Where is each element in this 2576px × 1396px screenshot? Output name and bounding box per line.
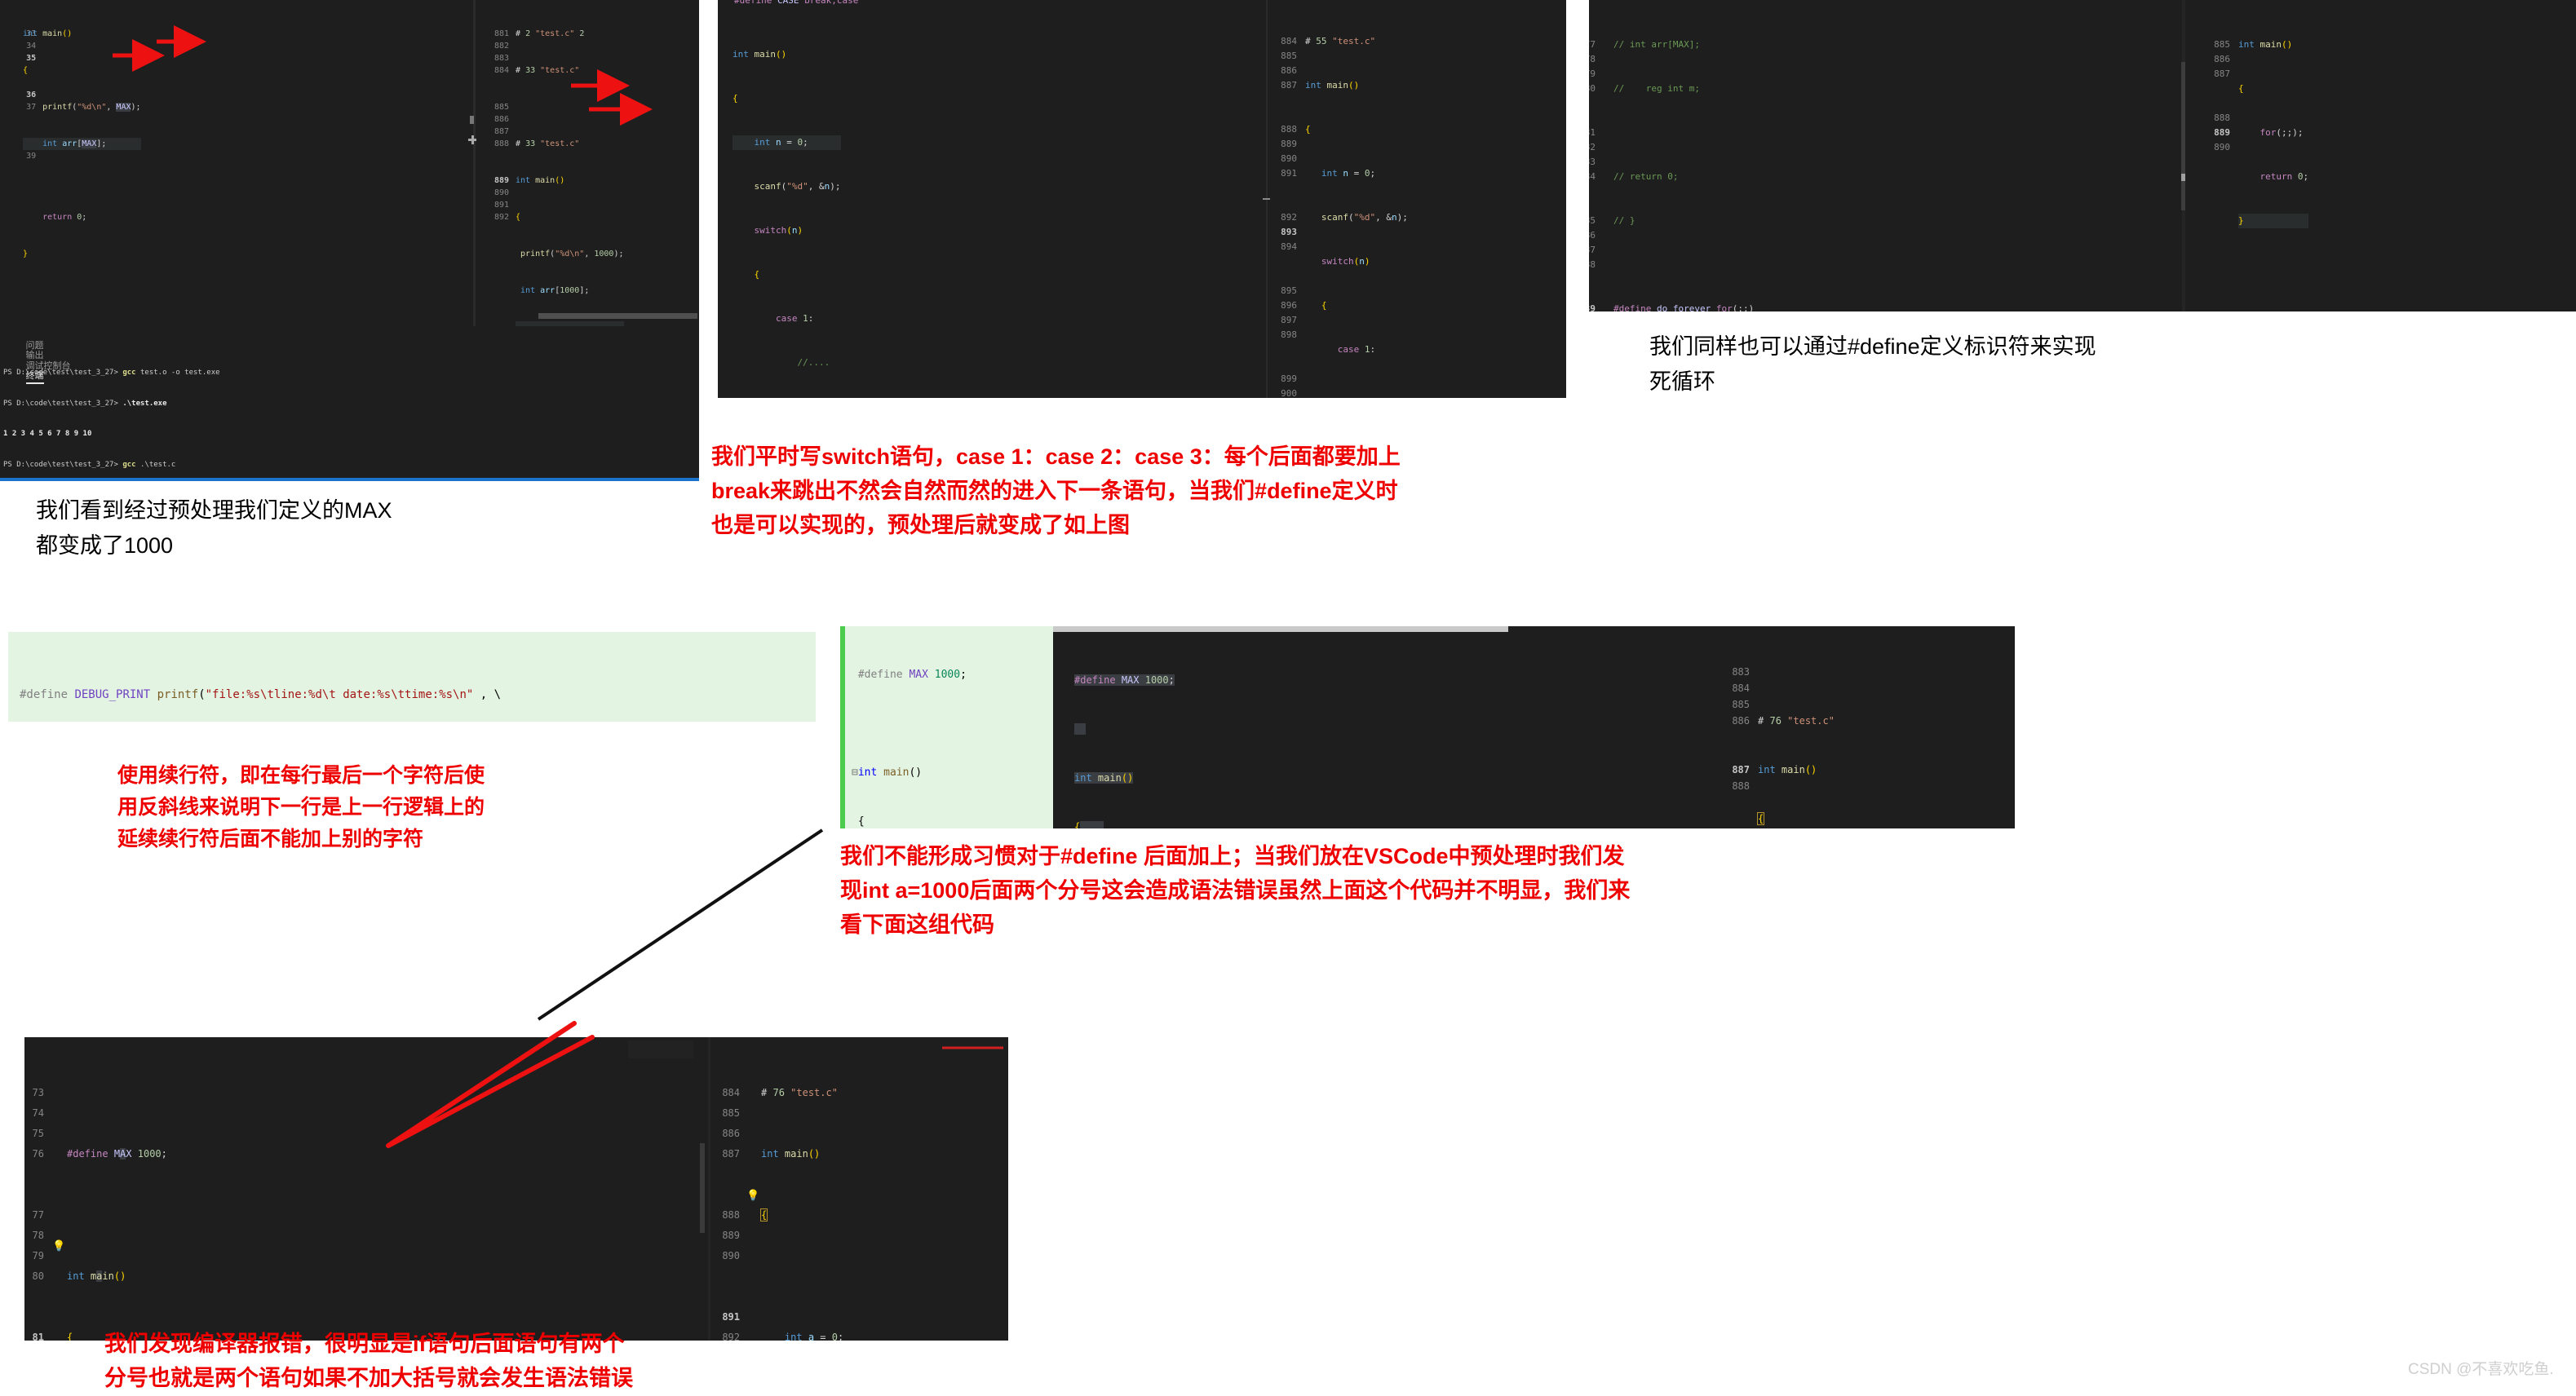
annotation-do-forever: 我们同样也可以通过#define定义标识符来实现 死循环 <box>1649 334 2096 395</box>
code-editor-forever-preprocessed[interactable]: 885 886 887 888 889 890 int main() { for(;;)… <box>2209 8 2309 228</box>
code-editor-max-semicolon-dark[interactable]: #define MAX 1000; int main() { → int a =… <box>1053 626 1722 828</box>
watermark: CSDN @不喜欢吃鱼. <box>2408 1361 2554 1378</box>
change-bar-indicator <box>840 626 845 828</box>
code-editor-if-else-preprocessed[interactable]: 884885886887 888889890 891892893 8948958… <box>714 1042 843 1341</box>
pointer-line <box>537 828 824 1021</box>
define-case-header: #define CASE break;case <box>734 0 859 6</box>
editor-split-divider[interactable] <box>708 1037 710 1341</box>
annotation-semicolon-warning: 我们不能形成习惯对于#define 后面加上；当我们放在VSCode中预处理时我… <box>840 844 1631 937</box>
terminal-bottom-border <box>0 478 699 481</box>
lightbulb-quickfix-icon[interactable]: 💡 <box>52 1236 65 1257</box>
code-editor-forever-source[interactable]: 77787980 81828384 85868788 89 // int arr… <box>1589 8 1754 311</box>
add-marker-icon-v <box>471 135 474 144</box>
code-editor-max-semicolon-preprocessed[interactable]: 883884885886 887888 889890891 # 76 "test… <box>1722 626 2015 828</box>
horizontal-scrollbar[interactable] <box>538 313 697 319</box>
annotation-line-continuation: 使用续行符，即在每行最后一个字符后使 用反斜线来说明下一行是上一行逻辑上的 延续… <box>117 764 485 850</box>
code-panel-switch[interactable]: #define CASE break;case int main() { int… <box>718 0 1566 398</box>
annotation-compiler-error: 我们发现编译器报错，很明显是if语句后面语句有两个 分号也就是两个语句如果不加大… <box>104 1332 633 1390</box>
lightbulb-quickfix-icon[interactable]: 💡 <box>746 1186 759 1206</box>
code-panel-if-else[interactable]: 73747576 77787980 818283 848586 💡 #defin… <box>24 1037 1008 1341</box>
scroll-marker-icon <box>2181 174 2185 181</box>
pane-top-strip <box>1053 626 1508 632</box>
vertical-scrollbar-thumb[interactable] <box>700 1143 705 1233</box>
code-panel-max[interactable]: 333435 3637 3839 int main() { printf("%d… <box>0 0 699 326</box>
code-max-semicolon-source: #define MAX 1000; ⊟int main() { int a = … <box>852 669 967 828</box>
code-editor-switch-preprocessed[interactable]: 884 885 886 887 888 889 890 891 892 893 894 895 8… <box>1276 5 1408 398</box>
minimap[interactable] <box>628 1040 693 1058</box>
annotation-switch-explain: 我们平时写switch语句，case 1：case 2：case 3：每个后面都… <box>711 444 1401 537</box>
code-panel-debug-print[interactable]: #define DEBUG_PRINT printf("file:%s\tlin… <box>8 632 816 722</box>
code-panel-do-forever[interactable]: 77787980 81828384 85868788 89 // int arr… <box>1589 0 2576 311</box>
code-editor-if-else-source[interactable]: 73747576 77787980 818283 848586 💡 #defin… <box>24 1042 167 1341</box>
vertical-scrollbar-thumb[interactable] <box>2181 62 2185 210</box>
terminal-panel[interactable]: 问题 输出 调试控制台 终端 PS D:\code\test\test_3_27… <box>0 326 699 481</box>
code-editor-max-semicolon-light[interactable]: #define MAX 1000; ⊟int main() { int a = … <box>840 626 1053 828</box>
code-editor-max-source[interactable]: 333435 3637 3839 int main() { printf("%d… <box>0 0 141 258</box>
terminal-output: PS D:\code\test\test_3_27> gcc test.o -o… <box>3 369 220 469</box>
fold-marker-icon <box>1263 198 1270 200</box>
code-max-semicolon-macro: #define MAX 1000; int main() { → int a =… <box>1074 639 1175 828</box>
minimap-scrollbar[interactable] <box>473 0 476 326</box>
code-editor-max-preprocessed[interactable]: 881 882 883 884 885 886 887 888 889 890 891 892 #… <box>489 0 624 326</box>
code-editor-switch-source[interactable]: int main() { int n = 0; scanf("%d", &n);… <box>733 18 841 398</box>
code-panel-max-semicolon[interactable]: #define MAX 1000; ⊟int main() { int a = … <box>840 626 2015 828</box>
annotation-max-preprocessed: 我们看到经过预处理我们定义的MAX 都变成了1000 <box>36 498 392 559</box>
fold-marker-icon <box>470 116 474 124</box>
code-debug-print-macro: #define DEBUG_PRINT printf("file:%s\tlin… <box>20 688 502 701</box>
